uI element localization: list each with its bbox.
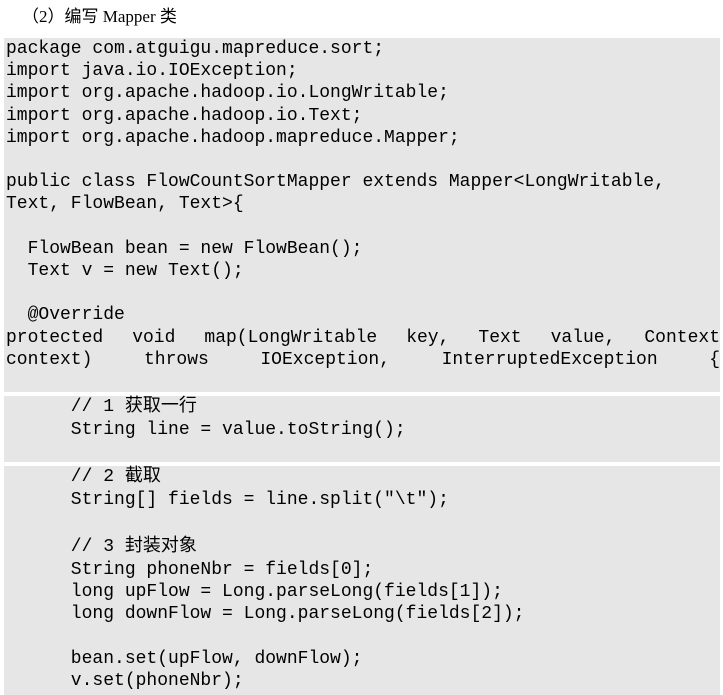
code-line: import java.io.IOException; bbox=[6, 61, 298, 81]
code-line: import org.apache.hadoop.io.LongWritable… bbox=[6, 83, 449, 103]
section-heading: （2）编写 Mapper 类 bbox=[22, 7, 177, 26]
code-comment: // 1 获取一行 bbox=[6, 397, 197, 417]
code-block-imports-and-class: package com.atguigu.mapreduce.sort; impo… bbox=[4, 38, 720, 392]
code-line: Text, FlowBean, Text>{ bbox=[6, 194, 244, 214]
code-block-split-and-set: // 2 截取 String[] fields = line.split("\t… bbox=[4, 466, 720, 695]
code-line: FlowBean bean = new FlowBean(); bbox=[6, 239, 363, 259]
code-line: public class FlowCountSortMapper extends… bbox=[6, 172, 665, 192]
code-comment: // 2 截取 bbox=[6, 467, 161, 487]
code-line: long downFlow = Long.parseLong(fields[2]… bbox=[6, 604, 525, 624]
code-line: long upFlow = Long.parseLong(fields[1]); bbox=[6, 582, 503, 602]
code-comment: // 3 封装对象 bbox=[6, 537, 197, 557]
code-line: protected void map(LongWritable key, Tex… bbox=[6, 328, 720, 348]
code-line: import org.apache.hadoop.io.Text; bbox=[6, 106, 363, 126]
code-line: Text v = new Text(); bbox=[6, 261, 244, 281]
code-line: bean.set(upFlow, downFlow); bbox=[6, 649, 363, 669]
code-line: @Override bbox=[6, 305, 125, 325]
code-block-read-line: // 1 获取一行 String line = value.toString()… bbox=[4, 396, 720, 462]
code-line: import org.apache.hadoop.mapreduce.Mappe… bbox=[6, 128, 460, 148]
code-line: String phoneNbr = fields[0]; bbox=[6, 560, 374, 580]
code-line: String[] fields = line.split("\t"); bbox=[6, 490, 449, 510]
code-line: String line = value.toString(); bbox=[6, 420, 406, 440]
code-line: package com.atguigu.mapreduce.sort; bbox=[6, 39, 385, 59]
code-line: v.set(phoneNbr); bbox=[6, 671, 244, 691]
code-line: context) throws IOException, Interrupted… bbox=[6, 350, 720, 370]
